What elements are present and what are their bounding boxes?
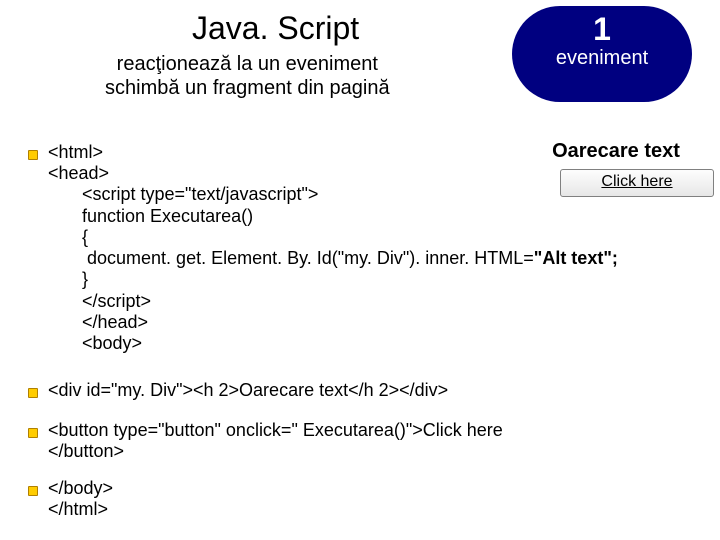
- bullet-icon: [28, 428, 38, 438]
- code-line: }: [48, 269, 88, 290]
- code-line: <body>: [48, 333, 142, 354]
- step-badge: 1 eveniment: [512, 6, 692, 102]
- code-line: </html>: [48, 499, 108, 519]
- code-bold: "Alt text";: [534, 248, 618, 268]
- code-line: <script type="text/javascript">: [82, 184, 318, 204]
- bullet-icon: [28, 150, 38, 160]
- subtitle-line-2: schimbă un fragment din pagină: [105, 77, 390, 99]
- subtitle-line-1: reacţionează la un eveniment: [117, 53, 378, 75]
- code-line: </body>: [48, 478, 113, 498]
- bullet-icon: [28, 486, 38, 496]
- code-line: </button>: [48, 441, 124, 461]
- code-line: </scr: [82, 291, 122, 311]
- code-line: ipt>: [122, 291, 152, 311]
- subtitle: reacţionează la un eveniment schimbă un …: [105, 52, 390, 100]
- bullet-icon: [28, 388, 38, 398]
- code-line: <head>: [48, 163, 109, 183]
- code-line: </head>: [48, 312, 148, 333]
- code-line: </h 2></div>: [348, 380, 448, 400]
- step-label: eveniment: [512, 47, 692, 70]
- code-line: function Executarea(): [48, 206, 253, 227]
- code-line: <button type="button" onclick=" Executar…: [48, 420, 503, 440]
- code-block-4: </body> </html>: [48, 478, 113, 520]
- code-line: document. get. Element. By. Id("my. Div"…: [82, 248, 534, 268]
- step-number: 1: [512, 12, 692, 47]
- slide: Java. Script reacţionează la un evenimen…: [0, 0, 720, 540]
- code-block-3: <button type="button" onclick=" Executar…: [48, 420, 503, 462]
- code-line: <div id="my. Div"><h 2>: [48, 380, 239, 400]
- page-title: Java. Script: [192, 10, 359, 47]
- code-block-1: <html> <head> <script type="text/javascr…: [48, 142, 618, 354]
- code-line: {: [48, 227, 88, 248]
- code-line: <html>: [48, 142, 103, 162]
- code-block-2: <div id="my. Div"><h 2>Oarecare text</h …: [48, 380, 448, 401]
- header: Java. Script reacţionează la un evenimen…: [22, 8, 698, 108]
- code-bold: Oarecare text: [239, 380, 348, 400]
